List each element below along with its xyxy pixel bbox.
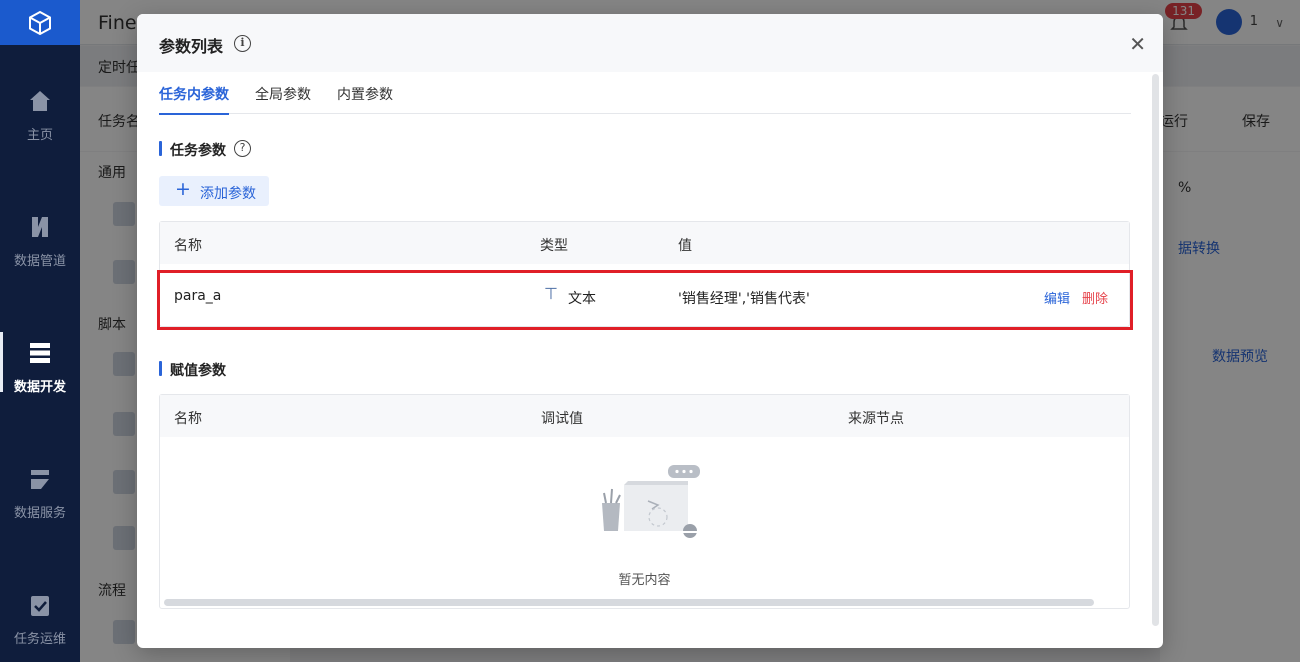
assign-params-title: 赋值参数 xyxy=(159,360,226,380)
param-type: 文本 xyxy=(568,291,596,307)
plus-icon: + xyxy=(175,178,191,200)
nav-item-home[interactable]: 主页 xyxy=(0,88,80,143)
table-header: 名称 类型 值 xyxy=(160,222,1129,264)
task-params-title: 任务参数 xyxy=(159,140,226,160)
nav-label-service: 数据服务 xyxy=(13,506,66,521)
dialog-title: 参数列表 xyxy=(159,37,224,56)
nav-label-pipeline: 数据管道 xyxy=(13,254,66,269)
column-header-source-node: 来源节点 xyxy=(848,411,904,427)
tab-task-params[interactable]: 任务内参数 xyxy=(159,84,229,115)
horizontal-scrollbar[interactable] xyxy=(164,599,1094,606)
empty-text: 暂无内容 xyxy=(618,573,671,588)
edit-link[interactable]: 编辑 xyxy=(1044,288,1070,307)
pipeline-icon xyxy=(32,217,48,237)
left-nav: 主页 数据管道 数据开发 数据服务 任务运维 xyxy=(0,0,80,662)
vertical-scrollbar[interactable] xyxy=(1152,74,1159,626)
close-icon[interactable]: ✕ xyxy=(1129,34,1146,54)
nav-item-ops[interactable]: 任务运维 xyxy=(0,592,80,647)
clipboard-check-icon xyxy=(31,596,49,616)
help-icon[interactable]: ? xyxy=(234,140,251,157)
info-icon[interactable]: i xyxy=(234,35,251,52)
column-header-name: 名称 xyxy=(174,238,202,254)
add-param-label: 添加参数 xyxy=(200,186,256,202)
nav-item-pipeline[interactable]: 数据管道 xyxy=(0,214,80,269)
assign-params-table: 名称 调试值 来源节点 暂无内容 xyxy=(159,394,1130,609)
home-icon xyxy=(30,91,50,111)
task-params-table: 名称 类型 值 para_a ⊤ 文本 '销售经理','销售代表' 编辑 删除 xyxy=(159,221,1130,327)
column-header-debug-value: 调试值 xyxy=(541,411,583,427)
empty-state: 暂无内容 xyxy=(160,437,1129,608)
app-logo[interactable] xyxy=(0,0,80,45)
service-icon xyxy=(31,470,49,489)
server-icon xyxy=(30,343,50,363)
nav-label-dev: 数据开发 xyxy=(13,380,66,395)
delete-link[interactable]: 删除 xyxy=(1082,288,1108,307)
table-row: para_a ⊤ 文本 '销售经理','销售代表' 编辑 删除 xyxy=(160,264,1129,326)
param-value: '销售经理','销售代表' xyxy=(678,291,810,307)
tab-global-params[interactable]: 全局参数 xyxy=(255,84,311,113)
nav-label-ops: 任务运维 xyxy=(13,632,66,647)
add-param-button[interactable]: + 添加参数 xyxy=(159,176,269,206)
param-tabs: 任务内参数 全局参数 内置参数 xyxy=(159,72,1131,115)
dialog-header: 参数列表 i ✕ xyxy=(137,14,1163,72)
param-list-dialog: 参数列表 i ✕ 任务内参数 全局参数 内置参数 任务参数 ? + 添加参数 名… xyxy=(137,14,1163,648)
nav-label-home: 主页 xyxy=(26,128,53,143)
column-header-value: 值 xyxy=(678,238,692,254)
text-type-icon: ⊤ xyxy=(544,284,558,303)
empty-illustration-icon xyxy=(598,465,704,538)
tab-builtin-params[interactable]: 内置参数 xyxy=(337,84,393,113)
nav-item-dev[interactable]: 数据开发 xyxy=(0,332,80,395)
table-header: 名称 调试值 来源节点 xyxy=(160,395,1129,437)
param-name: para_a xyxy=(174,288,222,304)
column-header-type: 类型 xyxy=(540,238,568,254)
nav-item-service[interactable]: 数据服务 xyxy=(0,466,80,521)
column-header-name: 名称 xyxy=(174,411,202,427)
cube-logo-icon xyxy=(29,10,51,35)
